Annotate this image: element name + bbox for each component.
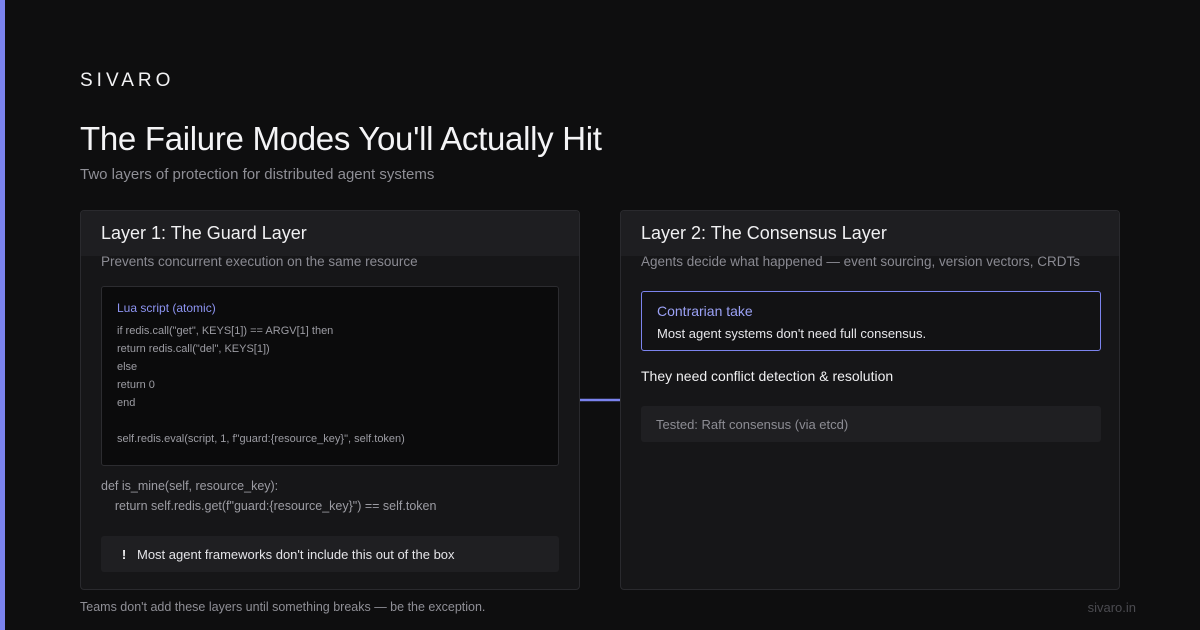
site-domain: sivaro.in bbox=[1087, 600, 1136, 615]
consensus-layer-title: Layer 2: The Consensus Layer bbox=[641, 223, 887, 243]
warning-callout: ! Most agent frameworks don't include th… bbox=[101, 536, 559, 572]
contrarian-take-callout: Contrarian take Most agent systems don't… bbox=[641, 291, 1101, 351]
accent-bar bbox=[0, 0, 5, 630]
python-return-line: return self.redis.get(f"guard:{resource_… bbox=[101, 499, 437, 513]
code-line: end bbox=[117, 397, 136, 409]
footer-text: Teams don't add these layers until somet… bbox=[80, 600, 486, 614]
warning-text: Most agent frameworks don't include this… bbox=[137, 546, 455, 562]
contrarian-take-text: Most agent systems don't need full conse… bbox=[657, 326, 927, 341]
python-def-line: def is_mine(self, resource_key): bbox=[101, 479, 279, 493]
code-line: self.redis.eval(script, 1, f"guard:{reso… bbox=[117, 433, 405, 445]
guard-layer-card: Layer 1: The Guard Layer Prevents concur… bbox=[80, 210, 580, 590]
code-line: else bbox=[117, 361, 138, 373]
guard-layer-description: Prevents concurrent execution on the sam… bbox=[101, 254, 418, 269]
code-label: Lua script (atomic) bbox=[117, 301, 216, 315]
page-title: The Failure Modes You'll Actually Hit bbox=[80, 120, 602, 157]
guard-layer-header: Layer 1: The Guard Layer bbox=[81, 211, 579, 256]
lua-code-block: Lua script (atomic) if redis.call("get",… bbox=[101, 286, 559, 466]
consensus-layer-card: Layer 2: The Consensus Layer Agents deci… bbox=[620, 210, 1120, 590]
tested-text: Tested: Raft consensus (via etcd) bbox=[656, 416, 849, 432]
exclamation-icon: ! bbox=[121, 546, 127, 562]
code-line: return redis.call("del", KEYS[1]) bbox=[117, 343, 270, 355]
consensus-layer-header: Layer 2: The Consensus Layer bbox=[621, 211, 1119, 256]
brand-logo: SIVARO bbox=[80, 70, 175, 91]
contrarian-take-title: Contrarian take bbox=[657, 303, 753, 319]
consensus-layer-description: Agents decide what happened — event sour… bbox=[641, 254, 1080, 269]
conflict-detection-heading: They need conflict detection & resolutio… bbox=[641, 368, 894, 384]
page-subtitle: Two layers of protection for distributed… bbox=[80, 166, 435, 183]
code-line: return 0 bbox=[117, 379, 155, 391]
tested-note: Tested: Raft consensus (via etcd) bbox=[641, 406, 1101, 442]
code-line: if redis.call("get", KEYS[1]) == ARGV[1]… bbox=[117, 325, 334, 337]
guard-layer-title: Layer 1: The Guard Layer bbox=[101, 223, 307, 243]
